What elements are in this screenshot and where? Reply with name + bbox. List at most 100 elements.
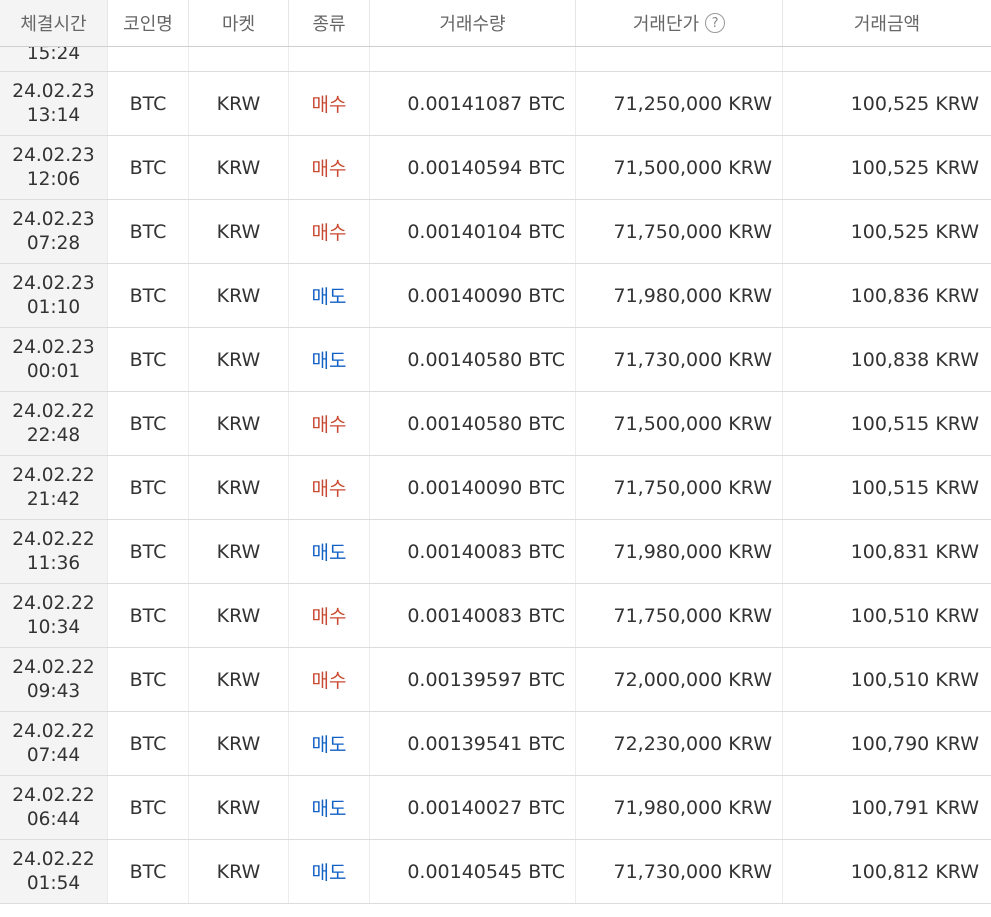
header-quantity[interactable]: 거래수량 (370, 0, 576, 46)
table-row[interactable]: 24.02.22 10:34 BTC KRW 매수 0.00140083 BTC… (0, 584, 991, 648)
table-row[interactable]: 24.02.22 21:42 BTC KRW 매수 0.00140090 BTC… (0, 456, 991, 520)
trade-amount: 100,510 KRW (850, 604, 979, 627)
coin-name: BTC (108, 840, 189, 903)
trade-unit-price: 71,500,000 KRW (576, 392, 783, 455)
trade-time-cell: 24.02.22 09:43 (0, 648, 108, 711)
trade-time: 13:14 (26, 104, 81, 126)
coin-name: BTC (108, 520, 189, 583)
table-header: 체결시간 코인명 마켓 종류 거래수량 거래단가 ? 거래금액 (0, 0, 991, 47)
trade-quantity: 0.00140090 BTC (370, 456, 576, 519)
trade-type: 매수 (289, 456, 370, 519)
market: KRW (189, 328, 289, 391)
coin-name: BTC (108, 200, 189, 263)
header-coin-name[interactable]: 코인명 (108, 0, 189, 46)
trade-date: 24.02.22 (12, 464, 95, 486)
trade-type: 매도 (289, 776, 370, 839)
trade-unit-price: 71,980,000 KRW (576, 264, 783, 327)
coin-name: BTC (108, 72, 189, 135)
table-row[interactable]: 24.02.23 07:28 BTC KRW 매수 0.00140104 BTC… (0, 200, 991, 264)
trade-time: 10:34 (26, 616, 81, 638)
trade-time-cell: 24.02.22 01:54 (0, 840, 108, 903)
trade-type: 매수 (289, 72, 370, 135)
table-row[interactable]: 24.02.22 11:36 BTC KRW 매도 0.00140083 BTC… (0, 520, 991, 584)
table-row[interactable]: 24.02.23 12:06 BTC KRW 매수 0.00140594 BTC… (0, 136, 991, 200)
coin-name: BTC (108, 776, 189, 839)
coin-name: BTC (108, 584, 189, 647)
coin-name: BTC (108, 648, 189, 711)
market: KRW (189, 584, 289, 647)
trade-time: 07:44 (26, 744, 81, 766)
table-row[interactable]: 24.02.23 01:10 BTC KRW 매도 0.00140090 BTC… (0, 264, 991, 328)
coin-name: BTC (108, 328, 189, 391)
trade-time-cell: 24.02.22 06:44 (0, 776, 108, 839)
trade-date: 24.02.23 (12, 336, 95, 358)
trade-amount: 100,510 KRW (850, 668, 979, 691)
table-body: 15:24 24.02.23 13:14 BTC KRW 매수 0.001410… (0, 8, 991, 904)
trade-date: 24.02.22 (12, 528, 95, 550)
trade-time-cell: 24.02.23 12:06 (0, 136, 108, 199)
trade-time: 12:06 (26, 168, 81, 190)
table-row[interactable]: 24.02.22 22:48 BTC KRW 매수 0.00140580 BTC… (0, 392, 991, 456)
trade-type: 매도 (289, 840, 370, 903)
trade-unit-price: 71,730,000 KRW (576, 840, 783, 903)
trade-unit-price: 71,750,000 KRW (576, 456, 783, 519)
trade-quantity: 0.00140594 BTC (370, 136, 576, 199)
table-row[interactable]: 24.02.23 13:14 BTC KRW 매수 0.00141087 BTC… (0, 72, 991, 136)
row-container: 24.02.23 13:14 BTC KRW 매수 0.00141087 BTC… (0, 72, 991, 904)
market: KRW (189, 520, 289, 583)
table-row[interactable]: 24.02.22 07:44 BTC KRW 매도 0.00139541 BTC… (0, 712, 991, 776)
trade-amount: 100,791 KRW (850, 796, 979, 819)
market: KRW (189, 72, 289, 135)
trade-unit-price: 71,980,000 KRW (576, 520, 783, 583)
trade-unit-price: 71,750,000 KRW (576, 584, 783, 647)
trade-time-cell: 24.02.23 13:14 (0, 72, 108, 135)
trade-date: 24.02.23 (12, 208, 95, 230)
market: KRW (189, 392, 289, 455)
trade-time-cell: 24.02.22 21:42 (0, 456, 108, 519)
trade-time: 06:44 (26, 808, 81, 830)
trade-amount: 100,525 KRW (850, 220, 979, 243)
trade-time: 01:10 (26, 296, 81, 318)
trade-time: 07:28 (26, 232, 81, 254)
trade-date: 24.02.23 (12, 272, 95, 294)
coin-name: BTC (108, 456, 189, 519)
trade-type: 매수 (289, 392, 370, 455)
trade-unit-price: 71,750,000 KRW (576, 200, 783, 263)
header-unit-price[interactable]: 거래단가 ? (576, 0, 783, 46)
trade-amount: 100,525 KRW (850, 156, 979, 179)
trade-amount: 100,838 KRW (850, 348, 979, 371)
trade-type: 매도 (289, 328, 370, 391)
trade-time-cell: 24.02.22 07:44 (0, 712, 108, 775)
market: KRW (189, 456, 289, 519)
table-row[interactable]: 24.02.23 00:01 BTC KRW 매도 0.00140580 BTC… (0, 328, 991, 392)
trade-type: 매수 (289, 200, 370, 263)
coin-name: BTC (108, 136, 189, 199)
trade-type: 매도 (289, 712, 370, 775)
trade-date: 24.02.23 (12, 144, 95, 166)
header-market[interactable]: 마켓 (189, 0, 289, 46)
header-type[interactable]: 종류 (289, 0, 370, 46)
market: KRW (189, 136, 289, 199)
header-amount[interactable]: 거래금액 (783, 0, 991, 46)
header-trade-time[interactable]: 체결시간 (0, 0, 108, 46)
header-unit-price-label: 거래단가 (632, 14, 700, 35)
market: KRW (189, 840, 289, 903)
coin-name: BTC (108, 392, 189, 455)
trade-time: 00:01 (26, 360, 81, 382)
trade-time: 01:54 (26, 872, 81, 894)
trade-type: 매도 (289, 264, 370, 327)
trade-amount: 100,790 KRW (850, 732, 979, 755)
table-row[interactable]: 24.02.22 01:54 BTC KRW 매도 0.00140545 BTC… (0, 840, 991, 904)
trade-quantity: 0.00140580 BTC (370, 392, 576, 455)
table-row[interactable]: 24.02.22 09:43 BTC KRW 매수 0.00139597 BTC… (0, 648, 991, 712)
trade-type: 매수 (289, 648, 370, 711)
trade-quantity: 0.00140027 BTC (370, 776, 576, 839)
trade-unit-price: 72,230,000 KRW (576, 712, 783, 775)
trade-date: 24.02.22 (12, 656, 95, 678)
trade-quantity: 0.00139597 BTC (370, 648, 576, 711)
trade-type: 매수 (289, 584, 370, 647)
trade-time-cell: 24.02.23 00:01 (0, 328, 108, 391)
trade-quantity: 0.00141087 BTC (370, 72, 576, 135)
help-icon[interactable]: ? (705, 13, 726, 33)
table-row[interactable]: 24.02.22 06:44 BTC KRW 매도 0.00140027 BTC… (0, 776, 991, 840)
